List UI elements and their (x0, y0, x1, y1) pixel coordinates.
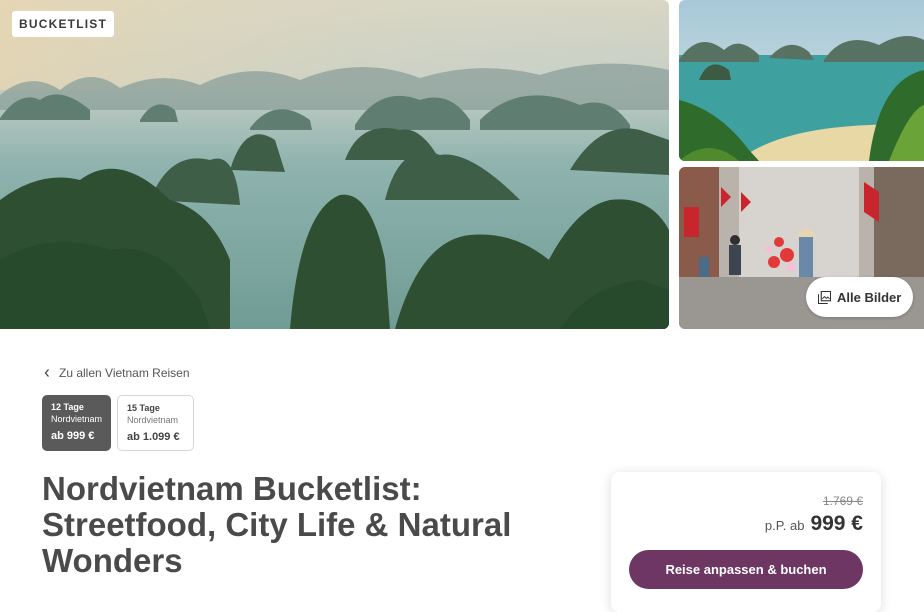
variant-15-days[interactable]: 15 Tage Nordvietnam ab 1.099 € (117, 395, 194, 451)
variant-price: ab 1.099 € (127, 431, 180, 443)
photo-gallery: BUCKETLIST Alle Bilder (0, 0, 924, 329)
old-price: 1.769 € (822, 494, 863, 508)
all-images-button[interactable]: Alle Bilder (806, 277, 914, 317)
back-link-label: Zu allen Vietnam Reisen (59, 366, 190, 380)
all-images-label: Alle Bilder (837, 289, 902, 305)
variant-region: Nordvietnam (127, 415, 179, 425)
halong-bay-image (0, 0, 669, 329)
variant-region: Nordvietnam (51, 414, 103, 424)
variant-price: ab 999 € (51, 430, 95, 442)
customize-book-button[interactable]: Reise anpassen & buchen (629, 550, 863, 589)
bucketlist-badge: BUCKETLIST (12, 11, 114, 37)
current-price-line: p.P. ab 999 € (765, 512, 863, 536)
main-photo-halong-bay[interactable] (0, 0, 669, 329)
booking-card: 1.769 € p.P. ab 999 € Reise anpassen & b… (611, 472, 881, 612)
variant-days: 12 Tage (51, 402, 84, 412)
back-to-vietnam-link[interactable]: Zu allen Vietnam Reisen (43, 366, 190, 380)
variant-days: 15 Tage (127, 403, 160, 413)
trip-title: Nordvietnam Bucketlist: Streetfood, City… (42, 470, 512, 579)
bay-beach-image (679, 0, 924, 161)
chevron-left-icon (44, 369, 49, 377)
current-price: 999 € (810, 512, 863, 535)
images-icon (818, 290, 831, 304)
per-person-label: p.P. ab (764, 518, 805, 533)
variant-12-days[interactable]: 12 Tage Nordvietnam ab 999 € (42, 395, 111, 451)
photo-bay-beach[interactable] (679, 0, 924, 161)
